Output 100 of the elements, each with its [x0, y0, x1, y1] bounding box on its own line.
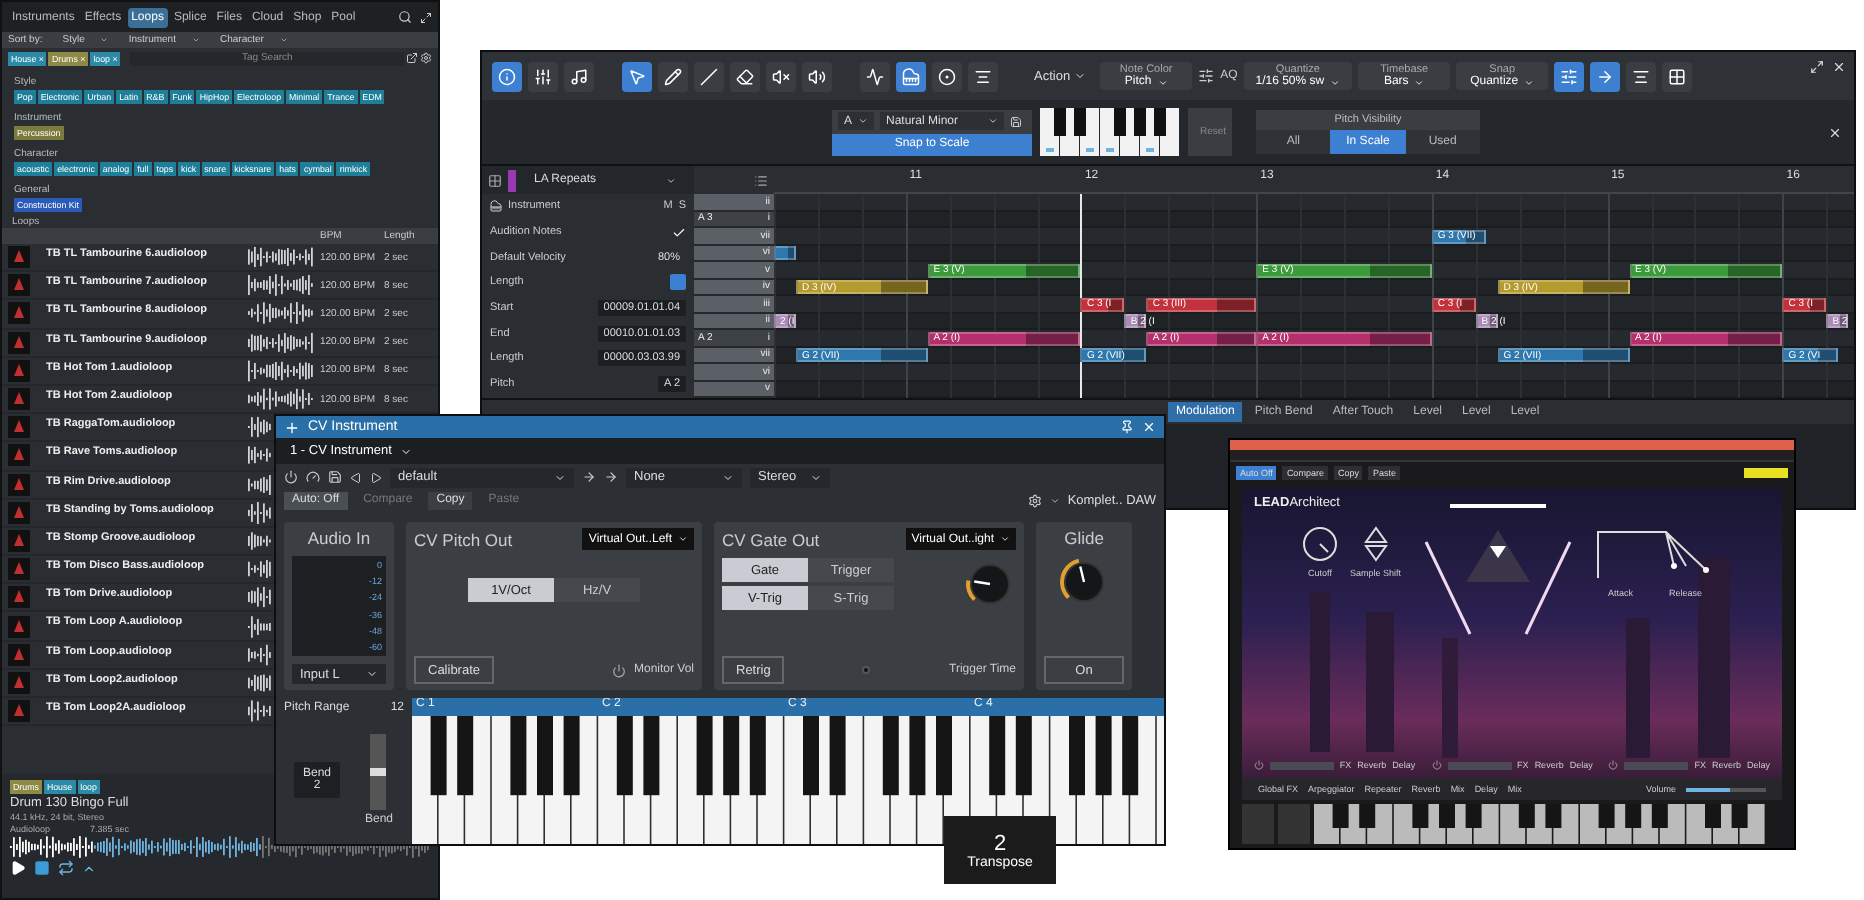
link-icon[interactable]: [406, 52, 418, 64]
power-icon[interactable]: [1254, 760, 1264, 770]
length-toggle[interactable]: [670, 274, 686, 291]
piano-tool-button[interactable]: [896, 61, 926, 91]
music-note-icon: [570, 67, 588, 85]
waveform-drawing: [248, 558, 274, 581]
caret-icon: [678, 534, 688, 544]
loop-thumbnail-icon: [8, 643, 30, 666]
wave-tool-button[interactable]: [860, 61, 890, 91]
line-tool-button[interactable]: [694, 61, 724, 91]
pad: [1278, 804, 1310, 844]
range-tool-button[interactable]: [1554, 61, 1585, 91]
loop-thumbnail-icon: [8, 444, 30, 467]
loop-thumbnail-icon: [8, 274, 30, 297]
lines-icon: [974, 67, 992, 85]
loop-thumbnail-icon: [8, 615, 30, 638]
caret-icon: [1074, 70, 1087, 82]
caret-icon: [1524, 77, 1535, 87]
panel-title: Glide: [1064, 528, 1104, 548]
checkmark-icon[interactable]: [672, 225, 686, 240]
pointer-icon: [628, 67, 646, 85]
caret-icon: [988, 116, 998, 126]
close-icon[interactable]: [1828, 125, 1842, 139]
loop-thumbnail-icon: [8, 558, 30, 581]
panel-title: CV Pitch Out: [414, 529, 513, 549]
list-icon[interactable]: [754, 173, 768, 187]
close-icon[interactable]: [1832, 60, 1846, 74]
plus-icon[interactable]: [284, 419, 300, 435]
arrow-icon: [1596, 67, 1615, 85]
output-icon[interactable]: [604, 470, 618, 484]
waveform-drawing: [248, 700, 274, 723]
gauge-icon[interactable]: [306, 470, 320, 484]
waveform-drawing: [248, 473, 274, 496]
up-icon[interactable]: [82, 861, 96, 875]
caret-icon: [1157, 77, 1168, 87]
transpose-value: 2: [993, 831, 1007, 855]
sliders-icon: [1560, 67, 1579, 85]
forward-tool-button[interactable]: [1590, 61, 1621, 91]
caret-icon: [722, 471, 734, 483]
loop-icon[interactable]: [58, 860, 74, 876]
shift-arrows-icon[interactable]: [1363, 526, 1388, 562]
info-tool-button[interactable]: [492, 61, 522, 91]
caret-icon: [1330, 77, 1341, 87]
caret-icon: [810, 471, 822, 483]
pad: [1242, 804, 1274, 844]
settings-icon[interactable]: [420, 52, 432, 64]
wheel-thumb[interactable]: [370, 768, 387, 776]
sliders-icon[interactable]: [1198, 68, 1215, 84]
mute-tool-button[interactable]: [766, 61, 796, 91]
settings-icon[interactable]: [1027, 493, 1042, 507]
previous-icon[interactable]: [350, 471, 362, 483]
piano-icon: [902, 67, 920, 85]
track-color-swatch: [508, 169, 516, 191]
input-icon[interactable]: [582, 470, 596, 484]
maximize-icon[interactable]: [1810, 60, 1824, 74]
caret-icon: [1049, 495, 1060, 505]
caret-icon: [1414, 77, 1425, 87]
grid-icon[interactable]: [488, 173, 502, 187]
waveform-drawing: [248, 671, 274, 694]
note-block[interactable]: [774, 246, 796, 260]
waveform-drawing: [248, 643, 274, 666]
power-icon[interactable]: [284, 470, 298, 484]
search-icon[interactable]: [398, 10, 412, 24]
bend-wheel[interactable]: [370, 734, 387, 810]
quantize-tool-button[interactable]: [932, 61, 962, 91]
circle-icon: [938, 67, 956, 85]
loop-thumbnail-icon: [8, 302, 30, 325]
monitor-icon[interactable]: [611, 663, 626, 677]
cutoff-knob[interactable]: [1302, 526, 1338, 562]
waveform-drawing: [248, 274, 314, 297]
glide-knob[interactable]: [1058, 556, 1110, 608]
save-icon[interactable]: [1010, 115, 1022, 127]
loop-thumbnail-icon: [8, 416, 30, 439]
loop-thumbnail-icon: [8, 388, 30, 411]
save-icon[interactable]: [328, 470, 342, 484]
waveform-drawing: [248, 416, 274, 439]
clef-tool-button[interactable]: [564, 61, 594, 91]
power-icon[interactable]: [1608, 760, 1619, 770]
caret-icon: [1000, 534, 1010, 544]
stop-icon[interactable]: [34, 860, 50, 876]
sliders-icon: [534, 67, 552, 85]
listen-tool-button[interactable]: [802, 61, 832, 91]
power-icon[interactable]: [1431, 760, 1442, 770]
scale-tool-button[interactable]: [968, 61, 998, 91]
mixer-tool-button[interactable]: [528, 61, 558, 91]
split-tool-button[interactable]: [1626, 61, 1657, 91]
eraser-tool-button[interactable]: [730, 61, 760, 91]
trigger-time-knob[interactable]: [964, 558, 1016, 610]
next-icon[interactable]: [370, 471, 382, 483]
waveform-drawing: [248, 246, 314, 269]
arrow-tool-button[interactable]: [622, 61, 652, 91]
wave-icon: [866, 67, 884, 85]
play-icon[interactable]: [10, 860, 26, 876]
loop-thumbnail-icon: [8, 246, 30, 269]
pencil-tool-button[interactable]: [658, 61, 688, 91]
status-badge: [1744, 467, 1788, 477]
macro-tool-button[interactable]: [1662, 61, 1693, 91]
loop-thumbnail-icon: [8, 473, 30, 496]
plugin-keyboard[interactable]: [1314, 804, 1766, 844]
pin-icon[interactable]: [1120, 420, 1134, 434]
